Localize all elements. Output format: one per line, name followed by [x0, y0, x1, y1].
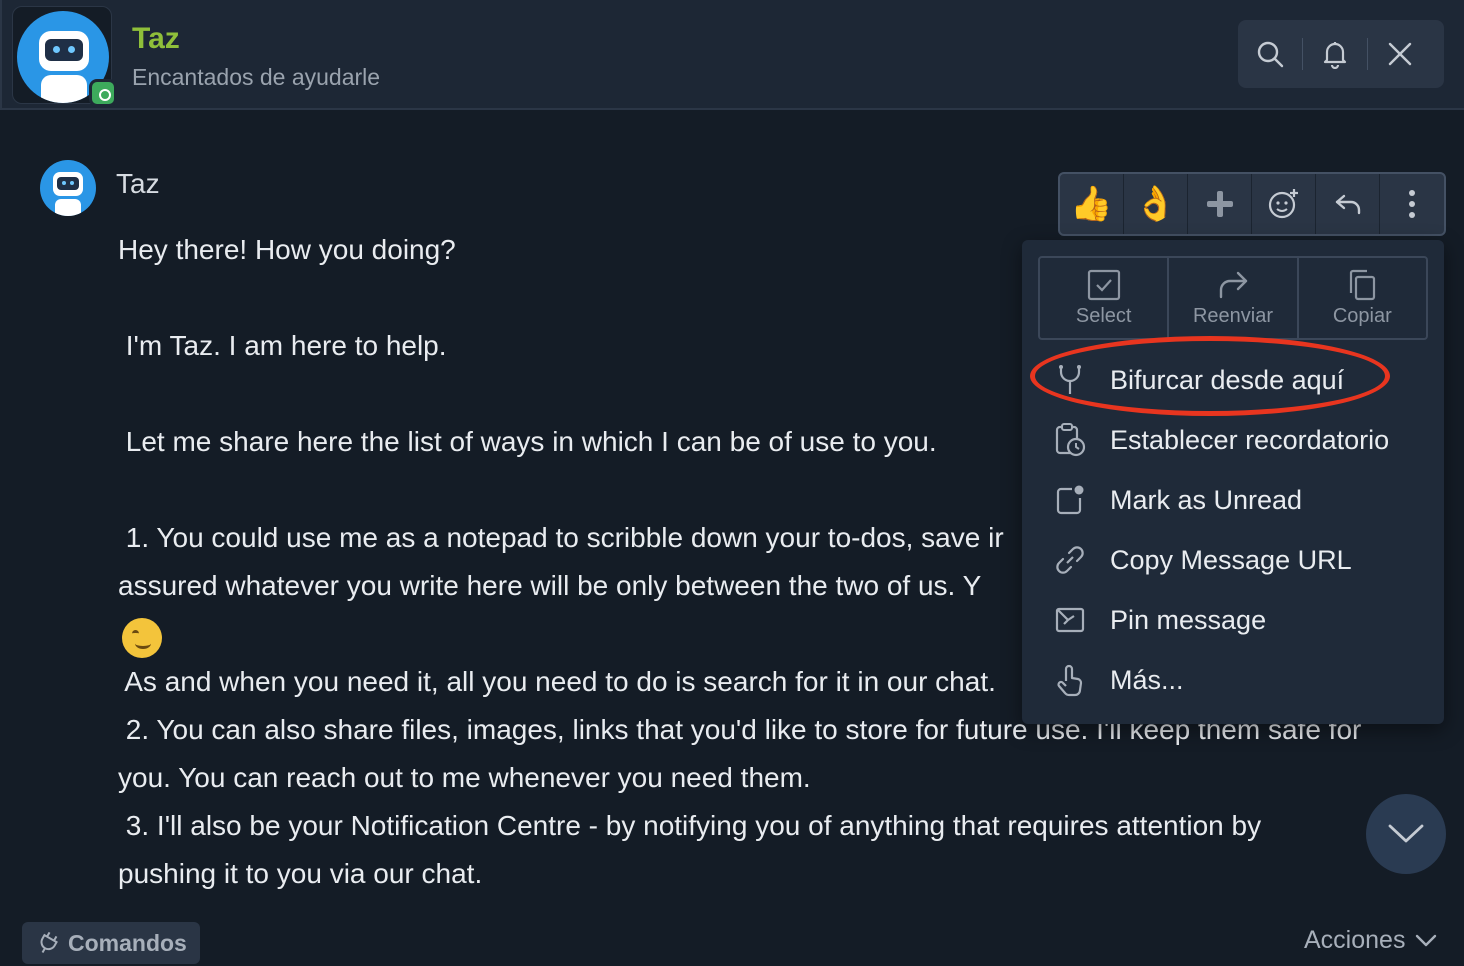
message-line: pushing it to you via our chat. — [118, 858, 483, 889]
bot-avatar[interactable] — [12, 6, 117, 107]
touch-icon — [1050, 660, 1090, 700]
bot-status-icon — [89, 79, 117, 107]
unread-icon — [1050, 480, 1090, 520]
more-vertical-icon[interactable] — [1380, 174, 1444, 234]
actions-label: Acciones — [1304, 926, 1406, 954]
header-actions — [1238, 20, 1444, 88]
wink-emoji-icon — [122, 618, 162, 658]
select-button[interactable]: Select — [1040, 258, 1170, 338]
highlight-annotation — [1030, 336, 1390, 416]
forward-label: Reenviar — [1192, 304, 1274, 327]
plus-icon[interactable] — [1188, 174, 1252, 234]
chat-header: Taz Encantados de ayudarle — [0, 0, 1464, 110]
message-avatar[interactable] — [40, 160, 96, 216]
commands-button[interactable]: Comandos — [22, 922, 200, 964]
menu-item-label: Copy Message URL — [1110, 544, 1352, 575]
menu-item-label: Mark as Unread — [1110, 484, 1303, 515]
menu-item-reminder[interactable]: Establecer recordatorio — [1022, 410, 1444, 470]
message-line: you. You can reach out to me whenever yo… — [118, 762, 811, 793]
actions-dropdown[interactable]: Acciones — [1304, 926, 1437, 955]
menu-item-mark-unread[interactable]: Mark as Unread — [1022, 470, 1444, 530]
search-icon[interactable] — [1238, 20, 1302, 88]
message-context-menu: Select Reenviar Copiar Bifurcar desde aq… — [1022, 240, 1444, 724]
menu-item-pin[interactable]: Pin message — [1022, 590, 1444, 650]
chevron-down-icon — [1415, 934, 1437, 948]
chat-subtitle: Encantados de ayudarle — [132, 64, 381, 90]
ok-hand-icon[interactable]: 👌 — [1124, 174, 1188, 234]
bell-icon[interactable] — [1303, 20, 1367, 88]
close-icon[interactable] — [1368, 20, 1432, 88]
select-label: Select — [1075, 304, 1132, 327]
message-author[interactable]: Taz — [116, 168, 160, 200]
commands-label: Comandos — [68, 929, 187, 956]
copy-label: Copiar — [1332, 304, 1392, 327]
add-reaction-icon[interactable] — [1252, 174, 1316, 234]
checkbox-icon — [1087, 269, 1120, 300]
pin-icon — [1050, 600, 1090, 640]
chat-title: Taz — [132, 22, 180, 55]
menu-item-label: Pin message — [1110, 604, 1267, 635]
menu-item-copy-url[interactable]: Copy Message URL — [1022, 530, 1444, 590]
quick-actions: Select Reenviar Copiar — [1038, 256, 1428, 340]
copy-button[interactable]: Copiar — [1299, 258, 1426, 338]
copy-icon — [1350, 269, 1376, 300]
menu-item-label: Establecer recordatorio — [1110, 424, 1390, 455]
forward-button[interactable]: Reenviar — [1169, 258, 1299, 338]
reminder-icon — [1050, 420, 1090, 460]
menu-item-label: Más... — [1110, 664, 1184, 695]
chevron-down-icon — [1388, 824, 1424, 843]
reply-icon[interactable] — [1316, 174, 1380, 234]
reaction-bar: 👍 👌 — [1058, 172, 1446, 236]
forward-icon — [1219, 271, 1248, 298]
plug-icon — [38, 931, 58, 955]
menu-item-more[interactable]: Más... — [1022, 650, 1444, 710]
link-icon — [1050, 540, 1090, 580]
message-line: 3. I'll also be your Notification Centre… — [118, 810, 1262, 841]
thumbs-up-icon[interactable]: 👍 — [1060, 174, 1124, 234]
scroll-to-bottom-button[interactable] — [1366, 794, 1446, 874]
